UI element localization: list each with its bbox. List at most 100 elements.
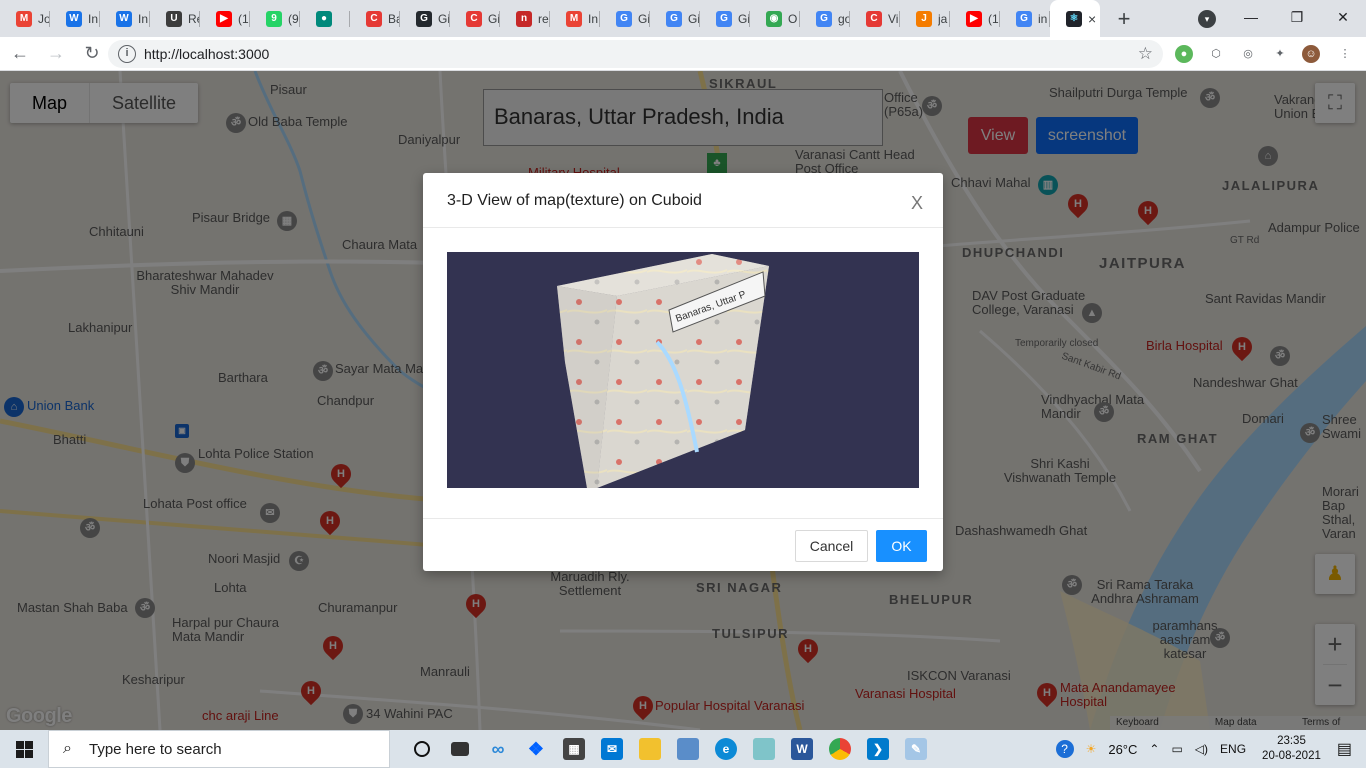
file-explorer-icon[interactable] [632,730,668,768]
app-icon: n [516,10,532,27]
browser-tab[interactable]: ◉ O [750,0,800,37]
computer-icon[interactable] [670,730,706,768]
infinity-app-icon[interactable]: ∞ [480,730,516,768]
close-tab-icon[interactable]: × [1088,11,1096,27]
tab-title: Gi [488,11,500,26]
browser-tab[interactable]: C Gi [450,0,500,37]
browser-tab[interactable]: 9 (9 [250,0,300,37]
network-icon[interactable]: ▭ [1171,742,1182,756]
cuboid-render: Banaras, Uttar P [557,254,769,488]
browser-tab-active[interactable]: ⚛ × [1050,0,1100,37]
ok-button[interactable]: OK [876,530,927,562]
volume-icon[interactable]: ◁) [1195,742,1208,756]
taskbar-search-box[interactable]: ⌕ Type here to search [48,730,390,768]
tab-title: Gi [638,11,650,26]
extension-icon[interactable]: ⬡ [1207,45,1225,63]
tab-title: (1 [988,11,999,26]
cuboid-3d-canvas[interactable]: Banaras, Uttar P [447,252,919,488]
browser-tab[interactable]: C Vi [850,0,900,37]
browser-tab[interactable]: Gin [1000,0,1050,37]
browser-tab[interactable]: ● [300,0,350,37]
browser-tab[interactable]: G Gi [650,0,700,37]
clock-date: 20-08-2021 [1262,750,1321,762]
extension-icon[interactable]: ● [1175,45,1193,63]
browser-tab[interactable]: G Gi [700,0,750,37]
vscode-icon[interactable]: ❯ [860,730,896,768]
modal-footer: Cancel OK [423,518,943,571]
notes-icon[interactable] [746,730,782,768]
tab-title: Ba [388,11,400,26]
taskbar-search-placeholder: Type here to search [89,740,222,758]
cortana-icon[interactable] [404,730,440,768]
close-icon[interactable]: X [911,194,923,212]
app-icon: C [866,10,882,27]
profile-avatar[interactable]: ☺ [1302,45,1320,63]
notification-icon[interactable]: ▤ [1337,739,1352,759]
browser-tab[interactable]: M In [550,0,600,37]
browser-tab[interactable]: Jja [900,0,950,37]
mail-icon[interactable]: ✉ [594,730,630,768]
task-view-icon[interactable] [442,730,478,768]
forward-icon[interactable]: → [40,43,72,64]
weather-icon[interactable]: ☀ [1086,742,1097,756]
chrome-icon[interactable] [822,730,858,768]
meet-icon: ● [316,10,332,27]
browser-tab[interactable]: M Jo [0,0,50,37]
extension-icon[interactable]: ◎ [1239,45,1257,63]
tab-search-icon[interactable]: ▾ [1198,10,1216,28]
udemy-icon: U [166,10,182,27]
edge-icon[interactable]: e [708,730,744,768]
language-indicator[interactable]: ENG [1220,742,1246,756]
new-tab-button[interactable]: + [1106,6,1142,32]
puzzle-icon[interactable]: ✦ [1271,45,1289,63]
browser-tab[interactable]: Ggo [800,0,850,37]
browser-tab-strip: MJoWInWInURe▶(19(9●CBaGGiCGinreMInGGiGGi… [0,0,1366,37]
tab-title: in [1038,11,1048,26]
window-controls: — ❐ ✕ [1228,0,1366,34]
back-icon[interactable]: ← [4,43,36,64]
dropbox-icon[interactable]: ❖ [518,730,554,768]
browser-tab[interactable]: W In [100,0,150,37]
clock-time: 23:35 [1277,735,1306,747]
menu-dots-icon[interactable]: ⋮ [1336,45,1354,63]
browser-tab[interactable]: ▶ (1 [950,0,1000,37]
java-icon: J [916,10,932,27]
modal-title: 3-D View of map(texture) on Cuboid [447,192,702,209]
browser-tab[interactable]: n re [500,0,550,37]
tab-title: Vi [888,11,899,26]
app-icon: 9 [266,10,282,27]
browser-tab[interactable]: ▶ (1 [200,0,250,37]
help-icon[interactable]: ? [1055,740,1074,758]
google-icon: G [716,10,732,27]
store-icon[interactable]: ▦ [556,730,592,768]
chevron-up-icon[interactable]: ⌃ [1149,742,1159,756]
minimize-icon[interactable]: — [1228,0,1274,34]
browser-tab[interactable]: W In [50,0,100,37]
address-bar[interactable]: i http://localhost:3000 ☆ [108,40,1163,68]
ww-icon: W [66,10,82,27]
tab-title: (9 [288,11,299,26]
modal-header: 3-D View of map(texture) on Cuboid X [423,173,943,228]
paint-icon[interactable]: ✎ [898,730,934,768]
browser-tab[interactable]: C Ba [350,0,400,37]
site-info-icon[interactable]: i [118,45,136,63]
clock[interactable]: 23:35 20-08-2021 [1262,734,1321,764]
bookmark-star-icon[interactable]: ☆ [1138,44,1153,64]
restore-icon[interactable]: ❐ [1274,0,1320,34]
tab-title: Gi [738,11,750,26]
close-icon[interactable]: ✕ [1320,0,1366,34]
word-icon[interactable]: W [784,730,820,768]
browser-tab[interactable]: G Gi [600,0,650,37]
url-text[interactable]: http://localhost:3000 [144,46,269,62]
reload-icon[interactable]: ↻ [76,43,108,64]
tab-title: In [138,11,149,26]
start-button[interactable] [0,730,48,768]
search-icon: ⌕ [63,740,72,757]
cancel-button[interactable]: Cancel [795,530,868,562]
windows-taskbar: ⌕ Type here to search ∞ ❖ ▦ ✉ e W ❯ ✎ ? … [0,730,1366,768]
weather-temp[interactable]: 26°C [1108,742,1137,757]
tab-title: Jo [38,11,50,26]
browser-tab[interactable]: U Re [150,0,200,37]
tab-title: O [788,11,798,26]
browser-tab[interactable]: G Gi [400,0,450,37]
